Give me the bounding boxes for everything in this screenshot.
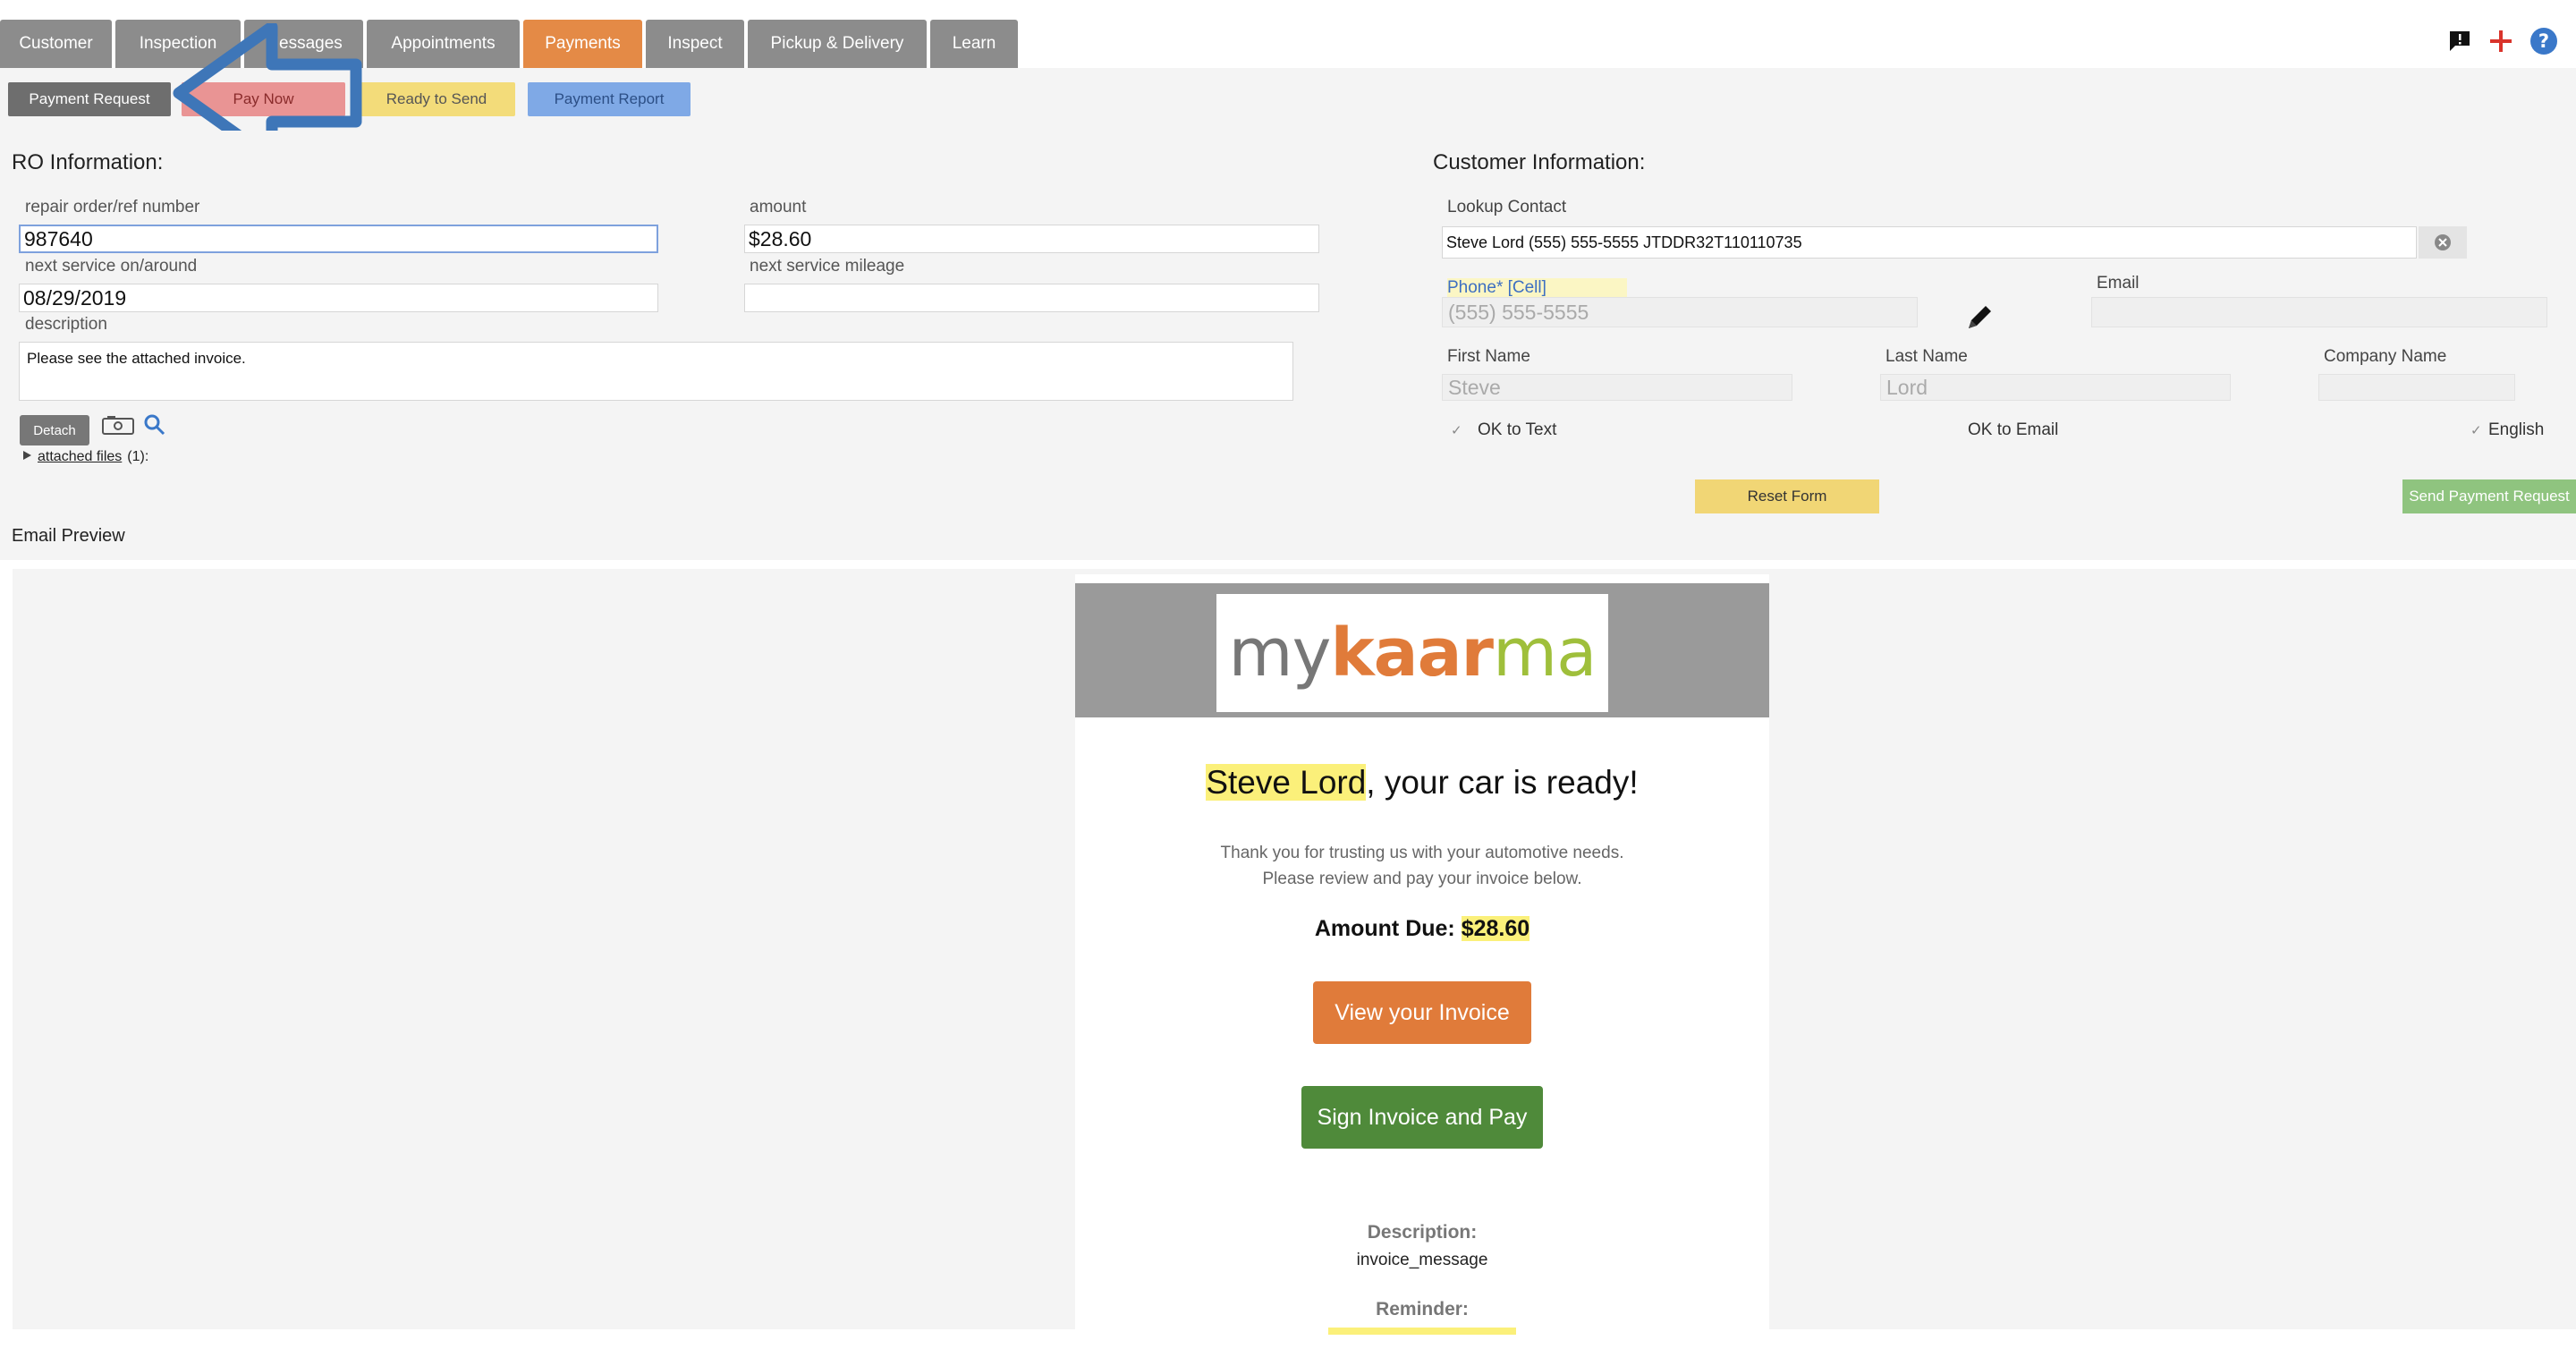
payment-report-button[interactable]: Payment Report (528, 82, 691, 116)
pencil-icon[interactable] (1964, 302, 1995, 337)
email-header: mykaarma (1075, 583, 1769, 717)
tab-customer[interactable]: Customer (0, 20, 112, 68)
ok-to-email-checkbox[interactable]: OK to Email (1941, 420, 2058, 440)
send-payment-request-button[interactable]: Send Payment Request (2402, 479, 2576, 513)
phone-label: Phone* [Cell] (1447, 278, 1627, 298)
amount-due: Amount Due: $28.60 (1075, 916, 1769, 942)
ready-to-send-button[interactable]: Ready to Send (358, 82, 515, 116)
thanks-line-1: Thank you for trusting us with your auto… (1220, 844, 1624, 862)
ok-to-text-checkbox[interactable]: ✓ OK to Text (1451, 420, 1556, 440)
svg-text:?: ? (2538, 30, 2549, 52)
email-label: Email (2097, 274, 2140, 293)
amount-label: amount (750, 198, 807, 216)
email-description-label: Description: (1367, 1222, 1478, 1243)
logo-my-text: my (1228, 615, 1332, 691)
ok-to-email-label: OK to Email (1968, 420, 2059, 439)
company-name-input[interactable] (2318, 374, 2515, 401)
email-headline: Steve Lord, your car is ready! (1075, 764, 1769, 802)
help-icon[interactable]: ? (2529, 27, 2558, 55)
customer-name: Steve Lord (1206, 764, 1367, 801)
amount-input[interactable]: $28.60 (744, 225, 1319, 253)
top-icons: ? (2447, 27, 2558, 55)
repair-order-label: repair order/ref number (25, 198, 200, 216)
email-preview-label: Email Preview (12, 526, 125, 546)
description-label: description (25, 315, 107, 334)
english-checkbox[interactable]: ✓ English (2470, 420, 2544, 440)
email-input[interactable] (2091, 297, 2547, 327)
tab-pickup-delivery[interactable]: Pickup & Delivery (748, 20, 927, 68)
attached-files-count: (1): (127, 449, 149, 464)
first-name-label: First Name (1447, 347, 1530, 366)
mykaarma-logo: mykaarma (1216, 594, 1608, 712)
description-textarea[interactable]: Please see the attached invoice. (19, 342, 1293, 401)
next-service-label: next service on/around (25, 257, 198, 276)
next-mileage-label: next service mileage (750, 257, 905, 276)
attached-files[interactable]: attached files (1): (21, 449, 148, 465)
main-tabs: Customer Inspection Messages Appointment… (0, 20, 1018, 68)
last-name-label: Last Name (1885, 347, 1968, 366)
english-label: English (2488, 420, 2545, 439)
reminder-highlight (1328, 1328, 1516, 1335)
tab-inspect[interactable]: Inspect (646, 20, 744, 68)
checkmark-icon: ✓ (2470, 423, 2482, 438)
expand-triangle-icon[interactable] (21, 449, 32, 465)
logo-kaar-text: kaar (1330, 615, 1494, 691)
ro-info-title: RO Information: (12, 150, 164, 174)
ok-to-text-label: OK to Text (1478, 420, 1557, 439)
camera-icon[interactable] (102, 415, 134, 439)
email-reminder-label: Reminder: (1376, 1299, 1469, 1319)
attached-files-link[interactable]: attached files (38, 449, 122, 465)
headline-rest: , your car is ready! (1366, 764, 1639, 801)
customer-info-title: Customer Information: (1433, 150, 1646, 174)
company-name-label: Company Name (2324, 347, 2447, 366)
tab-appointments[interactable]: Appointments (367, 20, 520, 68)
feedback-icon[interactable] (2447, 29, 2472, 54)
last-name-input[interactable]: Lord (1880, 374, 2231, 401)
clear-icon[interactable] (2419, 226, 2467, 259)
checkmark-icon: ✓ (1451, 423, 1462, 438)
lookup-contact-input[interactable]: Steve Lord (555) 555-5555 JTDDR32T110110… (1442, 226, 2417, 259)
next-mileage-input[interactable] (744, 284, 1319, 312)
tab-learn[interactable]: Learn (930, 20, 1018, 68)
lookup-contact-label: Lookup Contact (1447, 198, 1567, 216)
next-service-input[interactable]: 08/29/2019 (19, 284, 658, 312)
email-description-value: invoice_message (1356, 1251, 1488, 1269)
sign-invoice-and-pay-button[interactable]: Sign Invoice and Pay (1301, 1086, 1543, 1149)
amount-due-label: Amount Due: (1314, 916, 1455, 941)
repair-order-input[interactable]: 987640 (19, 225, 658, 253)
zoom-icon[interactable] (143, 413, 166, 441)
payment-request-button[interactable]: Payment Request (8, 82, 171, 116)
amount-due-value: $28.60 (1461, 916, 1530, 941)
thanks-line-2: Please review and pay your invoice below… (1262, 870, 1582, 888)
top-tab-bar: Customer Inspection Messages Appointment… (0, 0, 2576, 68)
phone-input[interactable]: (555) 555-5555 (1442, 297, 1918, 327)
plus-icon[interactable] (2488, 29, 2513, 54)
email-card: mykaarma Steve Lord, your car is ready! … (1075, 574, 1769, 1335)
view-invoice-button[interactable]: View your Invoice (1313, 981, 1531, 1044)
payments-subbar: Payment Request Pay Now Ready to Send Pa… (0, 68, 2576, 131)
thanks-text: Thank you for trusting us with your auto… (1075, 840, 1769, 892)
payment-form: RO Information: repair order/ref number … (0, 131, 2576, 560)
detach-button[interactable]: Detach (20, 415, 89, 445)
logo-ma-text: ma (1493, 615, 1597, 691)
tab-payments[interactable]: Payments (523, 20, 642, 68)
reset-form-button[interactable]: Reset Form (1695, 479, 1879, 513)
first-name-input[interactable]: Steve (1442, 374, 1792, 401)
